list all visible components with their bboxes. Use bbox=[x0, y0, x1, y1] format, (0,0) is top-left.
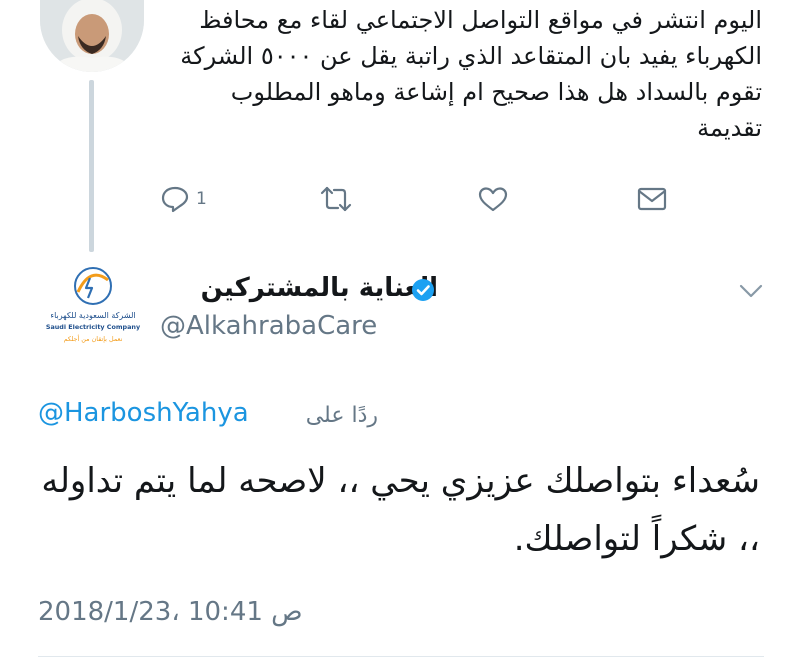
retweet-icon bbox=[318, 185, 354, 213]
saudi-electricity-company-logo[interactable]: الشركة السعودية للكهرباء Saudi Electrici… bbox=[38, 262, 148, 350]
parent-tweet-text: اليوم انتشر في مواقع التواصل الاجتماعي ل… bbox=[180, 6, 762, 142]
author-display-name[interactable]: العناية بالمشتركين bbox=[201, 273, 438, 303]
direct-message-button[interactable] bbox=[636, 183, 668, 215]
direct-message-icon bbox=[636, 185, 668, 213]
reply-count: 1 bbox=[196, 189, 207, 209]
logo-arabic-name: الشركة السعودية للكهرباء bbox=[50, 311, 135, 320]
like-icon bbox=[477, 185, 509, 213]
logo-tagline: نعمل بإتقان من أجلكم bbox=[64, 334, 123, 343]
logo-english-name: Saudi Electricity Company bbox=[46, 323, 141, 331]
reply-icon bbox=[160, 185, 190, 213]
tweet-text: سُعداء بتواصلك عزيزي يحي ،، لاصحه لما يت… bbox=[41, 461, 760, 559]
divider bbox=[38, 656, 764, 657]
verified-badge-icon bbox=[410, 277, 436, 307]
retweet-button[interactable] bbox=[318, 183, 354, 215]
parent-author-avatar[interactable] bbox=[40, 0, 144, 72]
reply-button[interactable]: 1 bbox=[160, 183, 207, 215]
author-username[interactable]: @AlkahrabaCare bbox=[160, 311, 377, 341]
thread-connector-line bbox=[89, 80, 94, 252]
like-button[interactable] bbox=[477, 183, 509, 215]
tweet-timestamp[interactable]: 2018/1/23، 10:41 ص bbox=[38, 597, 303, 627]
chevron-down-icon[interactable] bbox=[738, 282, 764, 304]
replying-to-handle-link[interactable]: @HarboshYahya bbox=[38, 398, 249, 428]
replying-to-label: ردًا على bbox=[305, 403, 378, 428]
